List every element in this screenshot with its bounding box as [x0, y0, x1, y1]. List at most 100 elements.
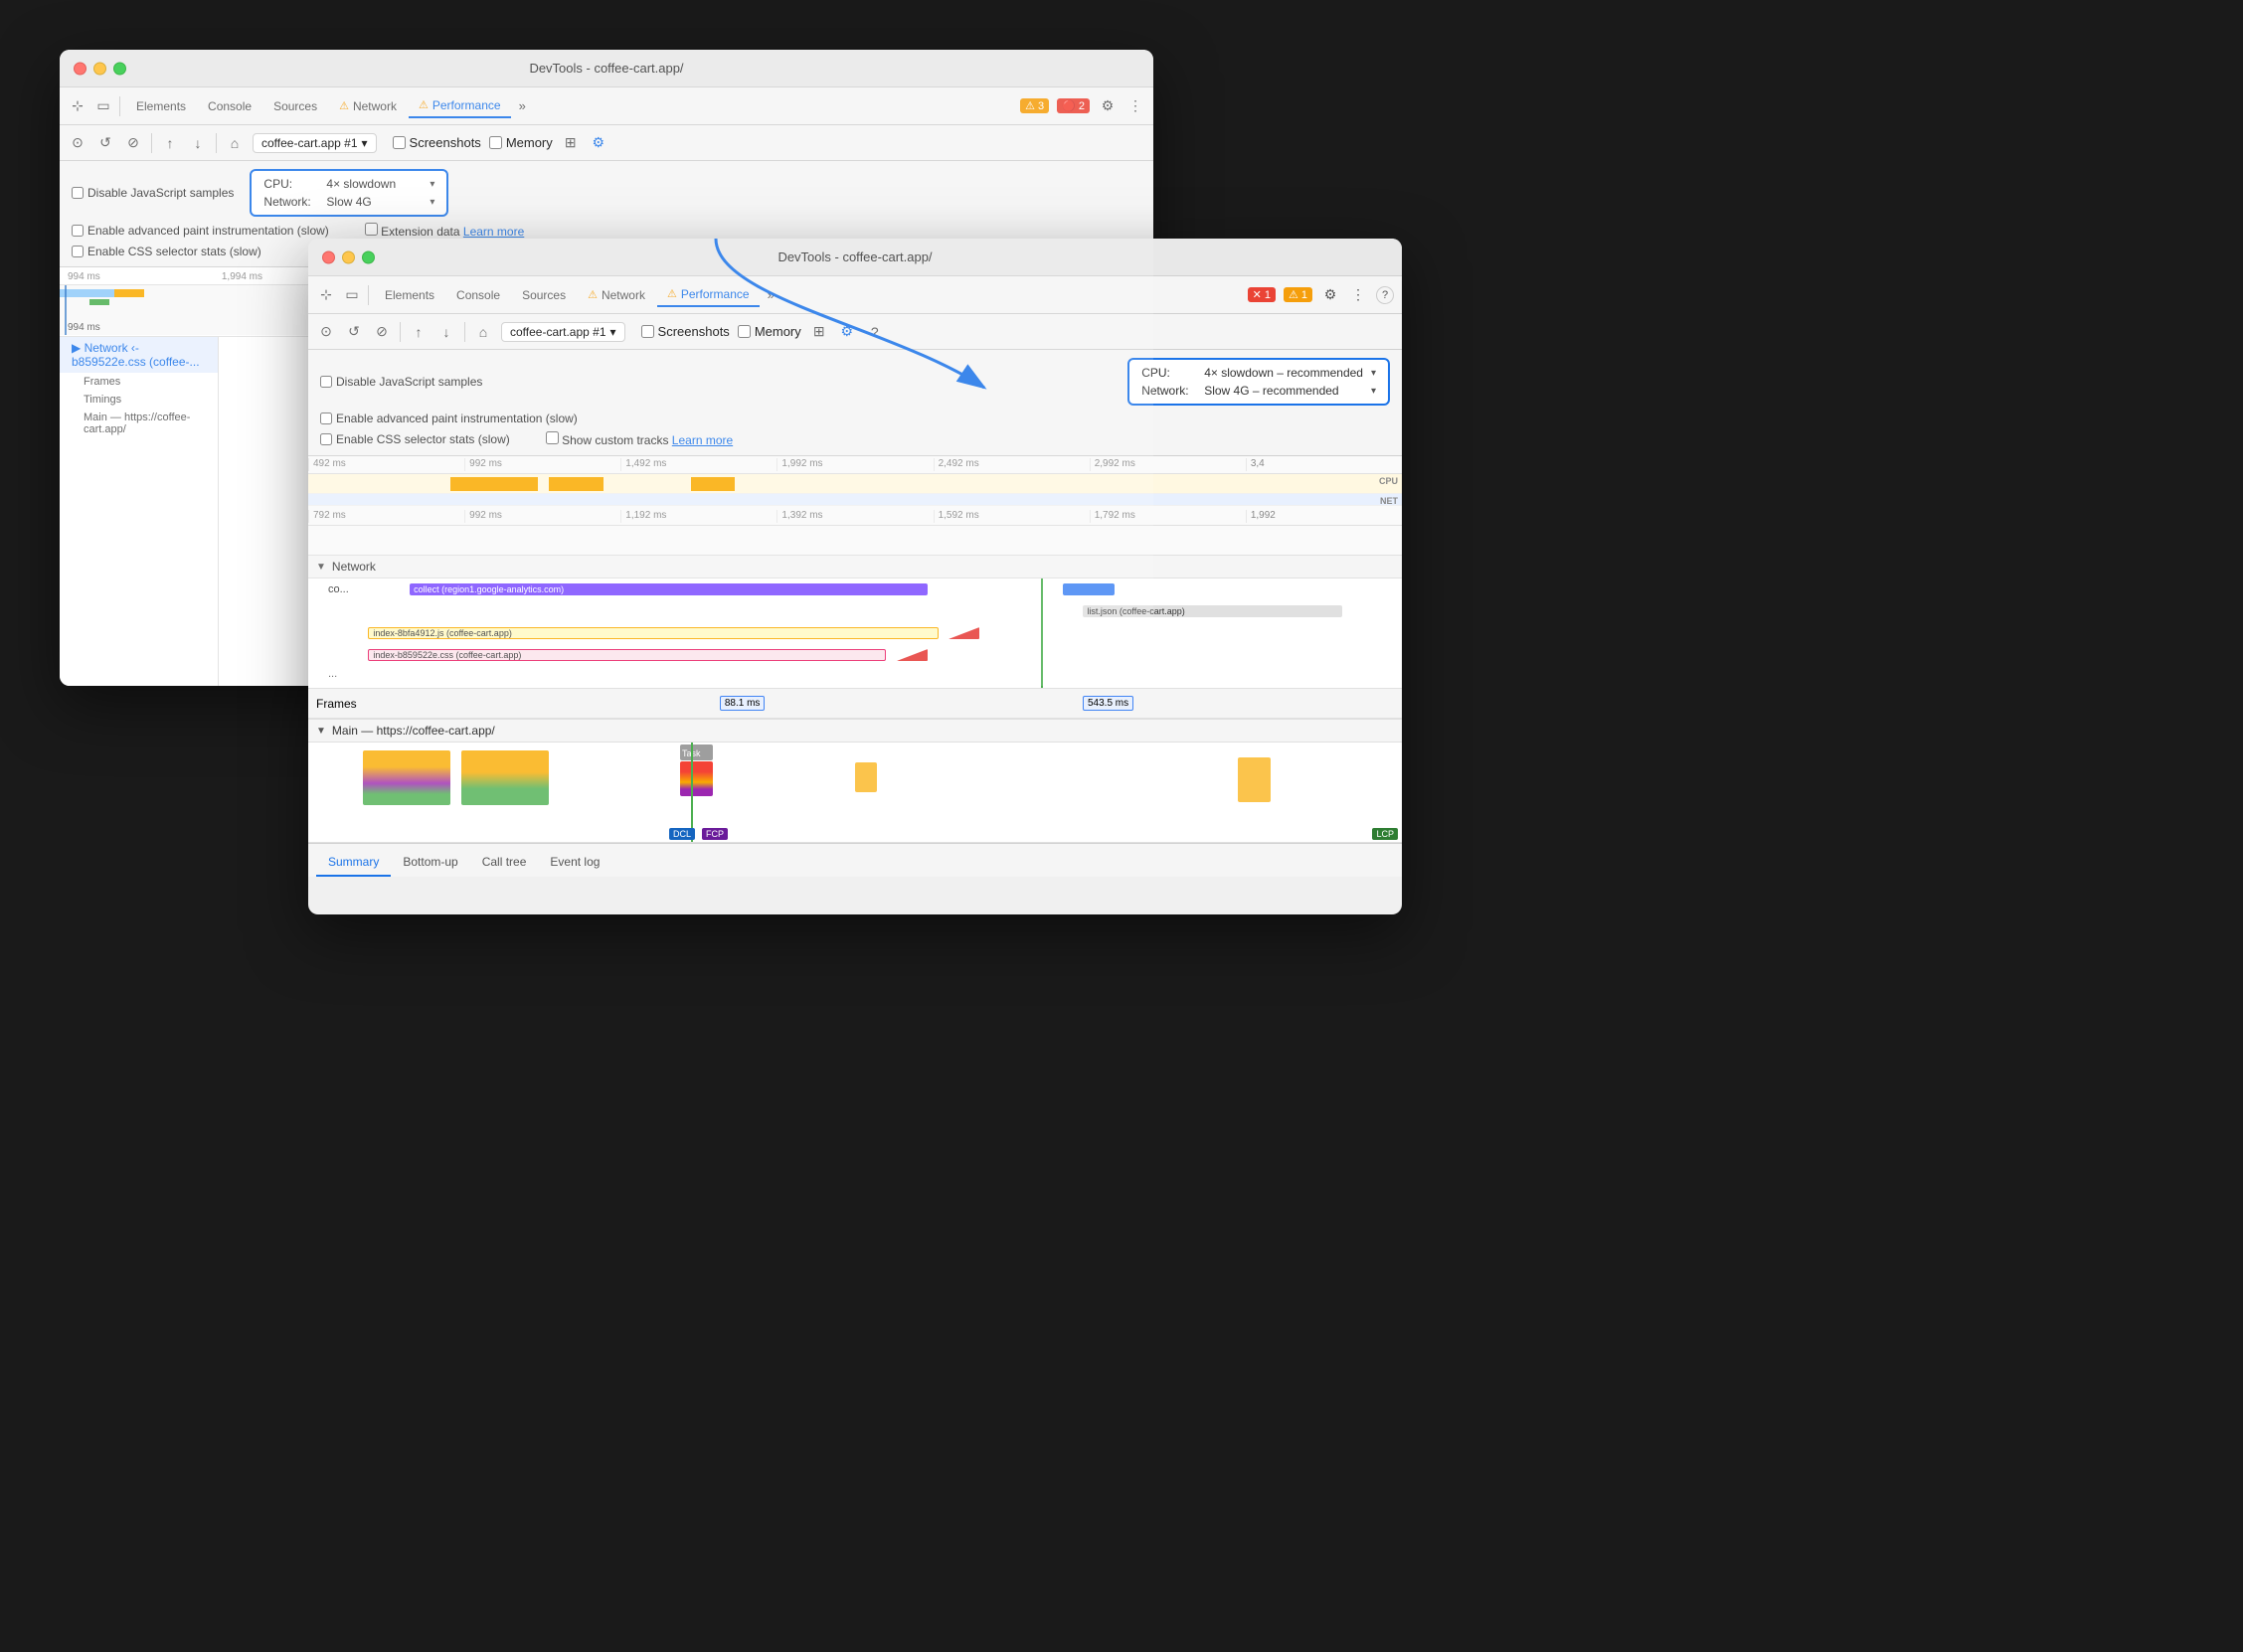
divider2-front [400, 322, 401, 342]
profile-select-back[interactable]: coffee-cart.app #1 ▾ [253, 133, 377, 153]
memory-checkbox-front: Memory [738, 324, 801, 339]
css-stats-check-front[interactable] [320, 433, 332, 445]
screenshots-check-front[interactable] [641, 325, 654, 338]
tab-sources-back[interactable]: Sources [263, 95, 327, 117]
main-tabs-back: Elements Console Sources Network Perform… [126, 94, 532, 118]
timeline-full-front[interactable]: 492 ms 992 ms 1,492 ms 1,992 ms 2,492 ms… [308, 456, 1402, 556]
network-item-back[interactable]: ▶ Network ‹-b859522e.css (coffee-... [60, 337, 218, 373]
maximize-button-front[interactable] [362, 250, 375, 263]
call-tree-tab-front[interactable]: Call tree [470, 849, 539, 877]
disable-js-check-back[interactable] [72, 187, 84, 199]
dock-icon-front[interactable]: ? [865, 322, 885, 342]
home-icon-front[interactable]: ⌂ [473, 322, 493, 342]
tl-tick-6: 3,4 [1246, 458, 1402, 471]
network-dropdown-front[interactable]: ▾ [1371, 386, 1376, 397]
device-mode-icon[interactable]: ▭ [93, 96, 113, 116]
tl-tick2-2: 1,192 ms [620, 510, 776, 523]
download-icon-back[interactable]: ↓ [188, 133, 208, 153]
tl-tick-0: 492 ms [308, 458, 464, 471]
network-section-header-front[interactable]: ▼ Network [308, 556, 1402, 578]
upload-icon-back[interactable]: ↑ [160, 133, 180, 153]
more-options-icon-back[interactable]: ⋮ [1125, 96, 1145, 116]
close-button-front[interactable] [322, 250, 335, 263]
tab-elements-back[interactable]: Elements [126, 95, 196, 117]
record-icon-front[interactable]: ⊙ [316, 322, 336, 342]
cpu-dropdown-arrow-back[interactable]: ▾ [430, 179, 434, 190]
bottom-up-tab-front[interactable]: Bottom-up [391, 849, 469, 877]
tab-network-front[interactable]: Network [578, 284, 655, 306]
tab-console-front[interactable]: Console [446, 284, 510, 306]
close-button-back[interactable] [74, 62, 86, 75]
tab-performance-back[interactable]: Performance [409, 94, 511, 118]
devtools-picker-icon[interactable]: ⊹ [68, 96, 87, 116]
cpu-bar-1 [450, 477, 538, 491]
network-triangle-front: ▼ [316, 562, 326, 573]
adv-paint-check-front[interactable] [320, 413, 332, 424]
profile-select-front[interactable]: coffee-cart.app #1 ▾ [501, 322, 625, 342]
settings2-icon-back[interactable]: ⚙ [589, 133, 608, 153]
tab-elements-front[interactable]: Elements [375, 284, 444, 306]
upload-icon-front[interactable]: ↑ [409, 322, 429, 342]
maximize-button-back[interactable] [113, 62, 126, 75]
disable-js-check-front[interactable] [320, 376, 332, 388]
vertical-green-line [1041, 578, 1043, 688]
memory-check-front[interactable] [738, 325, 751, 338]
settings2-icon-front[interactable]: ⚙ [837, 322, 857, 342]
tab-performance-front[interactable]: Performance [657, 283, 760, 307]
more-options-icon-front[interactable]: ⋮ [1348, 285, 1368, 305]
tab-console-back[interactable]: Console [198, 95, 261, 117]
screenshots-check-back[interactable] [393, 136, 406, 149]
timings-item-back[interactable]: Timings [60, 391, 218, 409]
main-section-header-front[interactable]: ▼ Main — https://coffee-cart.app/ [308, 720, 1402, 743]
minimize-button-front[interactable] [342, 250, 355, 263]
disable-js-cb-back: Disable JavaScript samples [72, 186, 234, 200]
net-bar-area-css: index-b859522e.css (coffee-cart.app) [358, 647, 1394, 663]
memory-check-back[interactable] [489, 136, 502, 149]
main-section-front: ▼ Main — https://coffee-cart.app/ Task [308, 720, 1402, 843]
learn-more-link-front[interactable]: Learn more [672, 433, 733, 447]
more-tabs-back[interactable]: » [513, 96, 532, 115]
network-row-js: index-8bfa4912.js (coffee-cart.app) [308, 622, 1402, 644]
reload-record-icon-front[interactable]: ↺ [344, 322, 364, 342]
css-stats-cb-back: Enable CSS selector stats (slow) [72, 245, 261, 258]
extension-check-back[interactable] [365, 223, 378, 236]
error-badge-front: ✕ 1 [1248, 287, 1276, 302]
clear-icon-back[interactable]: ⊘ [123, 133, 143, 153]
record-icon-back[interactable]: ⊙ [68, 133, 87, 153]
learn-more-link-back[interactable]: Learn more [463, 225, 524, 239]
options-row2-front: Enable advanced paint instrumentation (s… [320, 412, 1390, 425]
network-icon-front[interactable]: ⊞ [809, 322, 829, 342]
help-icon-front[interactable]: ? [1376, 286, 1394, 304]
network-icon-back[interactable]: ⊞ [561, 133, 581, 153]
reload-record-icon-back[interactable]: ↺ [95, 133, 115, 153]
warning-badge-front: ⚠ 1 [1284, 287, 1312, 302]
js-bar: index-8bfa4912.js (coffee-cart.app) [368, 627, 938, 639]
tl-tick-3: 1,992 ms [776, 458, 933, 471]
cpu-bar-3 [691, 477, 735, 491]
custom-tracks-check-front[interactable] [546, 431, 559, 444]
frames-label-front: Frames [316, 697, 357, 711]
summary-tab-front[interactable]: Summary [316, 849, 391, 877]
event-log-tab-front[interactable]: Event log [538, 849, 611, 877]
frames-item-back[interactable]: Frames [60, 373, 218, 391]
network-dropdown-arrow-back[interactable]: ▾ [430, 197, 434, 208]
tab-sources-front[interactable]: Sources [512, 284, 576, 306]
options-row2-back: Enable advanced paint instrumentation (s… [72, 223, 1141, 239]
net-label-co: co... [328, 583, 358, 595]
tab-network-back[interactable]: Network [329, 95, 407, 117]
cpu-dropdown-front[interactable]: ▾ [1371, 368, 1376, 379]
devtools-picker-icon-front[interactable]: ⊹ [316, 285, 336, 305]
more-tabs-front[interactable]: » [762, 285, 780, 304]
adv-paint-check-back[interactable] [72, 225, 84, 237]
network-section-label-front: Network [332, 560, 376, 574]
home-icon-back[interactable]: ⌂ [225, 133, 245, 153]
device-mode-icon-front[interactable]: ▭ [342, 285, 362, 305]
download-icon-front[interactable]: ↓ [436, 322, 456, 342]
minimize-button-back[interactable] [93, 62, 106, 75]
clear-icon-front[interactable]: ⊘ [372, 322, 392, 342]
settings-icon-front[interactable]: ⚙ [1320, 285, 1340, 305]
settings-icon-back[interactable]: ⚙ [1098, 96, 1118, 116]
main-item-back[interactable]: Main — https://coffee-cart.app/ [60, 409, 218, 438]
title-bar-back: DevTools - coffee-cart.app/ [60, 50, 1153, 87]
css-stats-check-back[interactable] [72, 246, 84, 257]
